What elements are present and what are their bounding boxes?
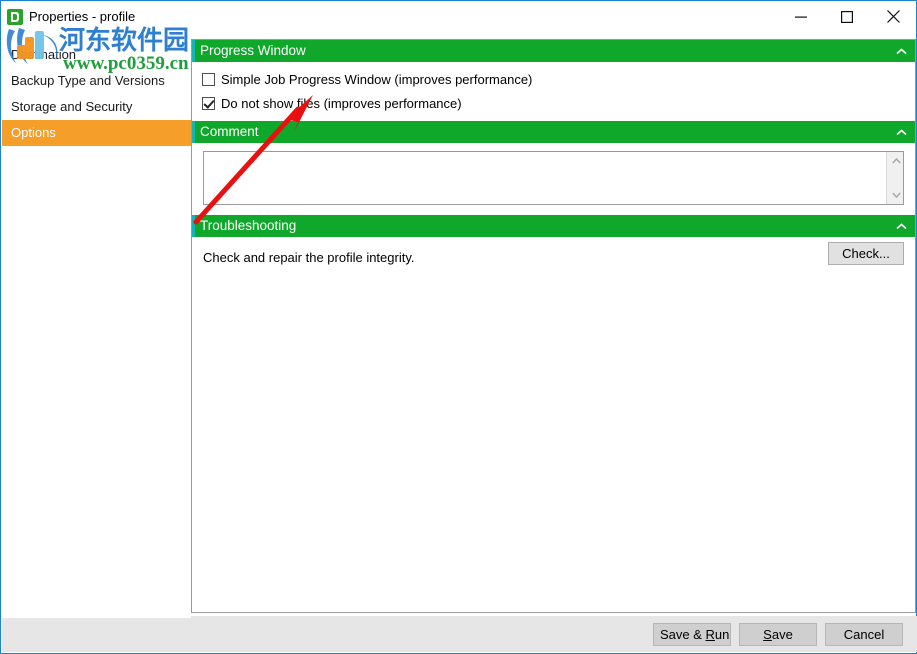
group-header-progress-window[interactable]: Progress Window [192, 40, 915, 62]
sidebar-item-label: Storage and Security [11, 99, 133, 114]
minimize-icon [795, 11, 807, 23]
checkbox-row-simple-job-progress-window[interactable]: Simple Job Progress Window (improves per… [202, 67, 905, 91]
group-body-progress-window: Simple Job Progress Window (improves per… [192, 62, 915, 121]
troubleshooting-description: Check and repair the profile integrity. [203, 250, 415, 265]
check-button[interactable]: Check... [828, 242, 904, 265]
group-title: Troubleshooting [200, 218, 297, 233]
group-title: Progress Window [200, 43, 306, 58]
options-content-panel: Progress Window Simple Job Progress Wind… [191, 39, 916, 613]
checkbox-label: Simple Job Progress Window (improves per… [221, 71, 533, 87]
scroll-up-arrow-icon[interactable] [888, 153, 904, 169]
chevron-up-icon[interactable] [896, 40, 907, 62]
window-title: Properties - profile [29, 9, 136, 24]
maximize-icon [841, 10, 853, 23]
comment-field-wrapper [203, 151, 904, 205]
comment-scrollbar[interactable] [886, 152, 903, 204]
checkbox-row-do-not-show-files[interactable]: Do not show files (improves performance) [202, 91, 905, 115]
save-and-run-label-post: un [714, 627, 730, 642]
chevron-up-icon[interactable] [896, 215, 907, 237]
checkbox-simple-job-progress-window[interactable] [202, 72, 215, 86]
group-title: Comment [200, 124, 259, 139]
checkbox-label: Do not show files (improves performance) [221, 95, 462, 111]
group-header-comment[interactable]: Comment [192, 121, 915, 143]
save-button[interactable]: Save [739, 623, 817, 646]
maximize-button[interactable] [824, 1, 870, 32]
app-icon [7, 8, 23, 25]
sidebar-item-backup-type-and-versions[interactable]: Backup Type and Versions [2, 68, 191, 94]
title-bar: Properties - profile [1, 1, 916, 32]
save-label-post: ave [771, 627, 793, 642]
save-and-run-button[interactable]: Save & Run [653, 623, 731, 646]
group-header-troubleshooting[interactable]: Troubleshooting [192, 215, 915, 237]
cancel-button[interactable]: Cancel [825, 623, 903, 646]
save-and-run-label-pre: Save & [660, 627, 706, 642]
checkbox-do-not-show-files[interactable] [202, 96, 215, 110]
sidebar: Destination Backup Type and Versions Sto… [2, 32, 191, 618]
close-button[interactable] [870, 1, 916, 32]
properties-window: Properties - profile Destination Backup … [0, 0, 917, 654]
sidebar-item-label: Destination [11, 47, 77, 62]
footer-bar: Save & Run Save Cancel [2, 616, 917, 652]
sidebar-item-storage-and-security[interactable]: Storage and Security [2, 94, 191, 120]
window-controls [778, 1, 916, 32]
sidebar-item-label: Backup Type and Versions [11, 73, 165, 88]
sidebar-item-label: Options [11, 125, 56, 140]
close-icon [886, 10, 900, 23]
sidebar-item-options[interactable]: Options [2, 120, 191, 146]
save-and-run-accesskey: R [705, 627, 715, 642]
group-body-troubleshooting: Check and repair the profile integrity. … [192, 237, 915, 281]
minimize-button[interactable] [778, 1, 824, 32]
scroll-down-arrow-icon[interactable] [888, 187, 904, 203]
sidebar-item-destination[interactable]: Destination [2, 42, 191, 68]
save-accesskey: S [763, 627, 772, 642]
chevron-up-icon[interactable] [896, 121, 907, 143]
comment-input[interactable] [204, 152, 887, 204]
